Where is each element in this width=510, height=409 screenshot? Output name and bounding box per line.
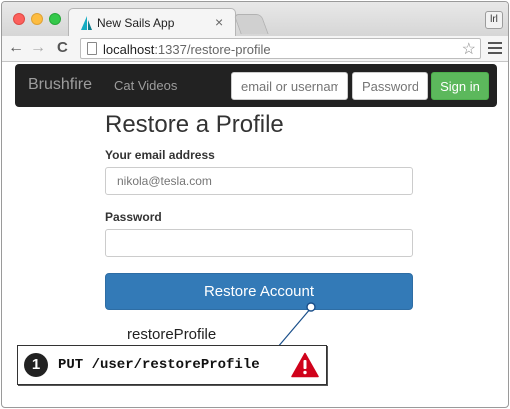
restore-account-button[interactable]: Restore Account — [105, 273, 413, 310]
password-field[interactable] — [105, 229, 413, 257]
password-input[interactable] — [352, 72, 428, 100]
site-navbar: Brushfire Cat Videos Sign in — [15, 64, 497, 107]
forward-arrow-icon[interactable]: → — [30, 39, 46, 57]
callout-number: 1 — [24, 353, 48, 377]
sign-in-button[interactable]: Sign in — [431, 72, 489, 100]
callout-request-text: PUT /user/restoreProfile — [58, 357, 260, 373]
url-path: :1337/restore-profile — [154, 42, 271, 57]
minimize-window-button[interactable] — [31, 13, 43, 25]
sails-logo-icon — [81, 16, 92, 30]
browser-menu-icon[interactable] — [488, 42, 502, 57]
email-field[interactable] — [105, 167, 413, 195]
page-title: Restore a Profile — [105, 111, 284, 138]
url-host: localhost — [103, 42, 155, 57]
reload-icon[interactable]: C — [57, 39, 68, 56]
output-text: restoreProfile — [127, 326, 217, 343]
username-input[interactable] — [231, 72, 348, 100]
bookmark-star-icon[interactable]: ☆ — [462, 39, 476, 59]
brand-link[interactable]: Brushfire — [28, 76, 92, 94]
title-bar: New Sails App × lrl — [2, 2, 508, 36]
zoom-window-button[interactable] — [49, 13, 61, 25]
tab-close-icon[interactable]: × — [215, 14, 223, 30]
address-bar[interactable]: localhost:1337/restore-profile ☆ — [80, 38, 481, 59]
page-icon — [87, 42, 97, 55]
warning-icon — [291, 352, 319, 378]
browser-toolbar: ← → C localhost:1337/restore-profile ☆ — [2, 36, 508, 62]
back-arrow-icon[interactable]: ← — [8, 39, 24, 57]
nav-link-cat-videos[interactable]: Cat Videos — [114, 78, 177, 93]
annotation-callout: 1 PUT /user/restoreProfile — [17, 345, 327, 385]
email-label: Your email address — [105, 148, 215, 162]
tab-title: New Sails App — [97, 16, 175, 30]
browser-tab[interactable]: New Sails App × — [68, 8, 236, 36]
password-label: Password — [105, 210, 162, 224]
new-tab-button[interactable] — [233, 14, 269, 34]
url-text: localhost:1337/restore-profile — [103, 42, 271, 57]
extension-button[interactable]: lrl — [485, 11, 503, 29]
close-window-button[interactable] — [13, 13, 25, 25]
